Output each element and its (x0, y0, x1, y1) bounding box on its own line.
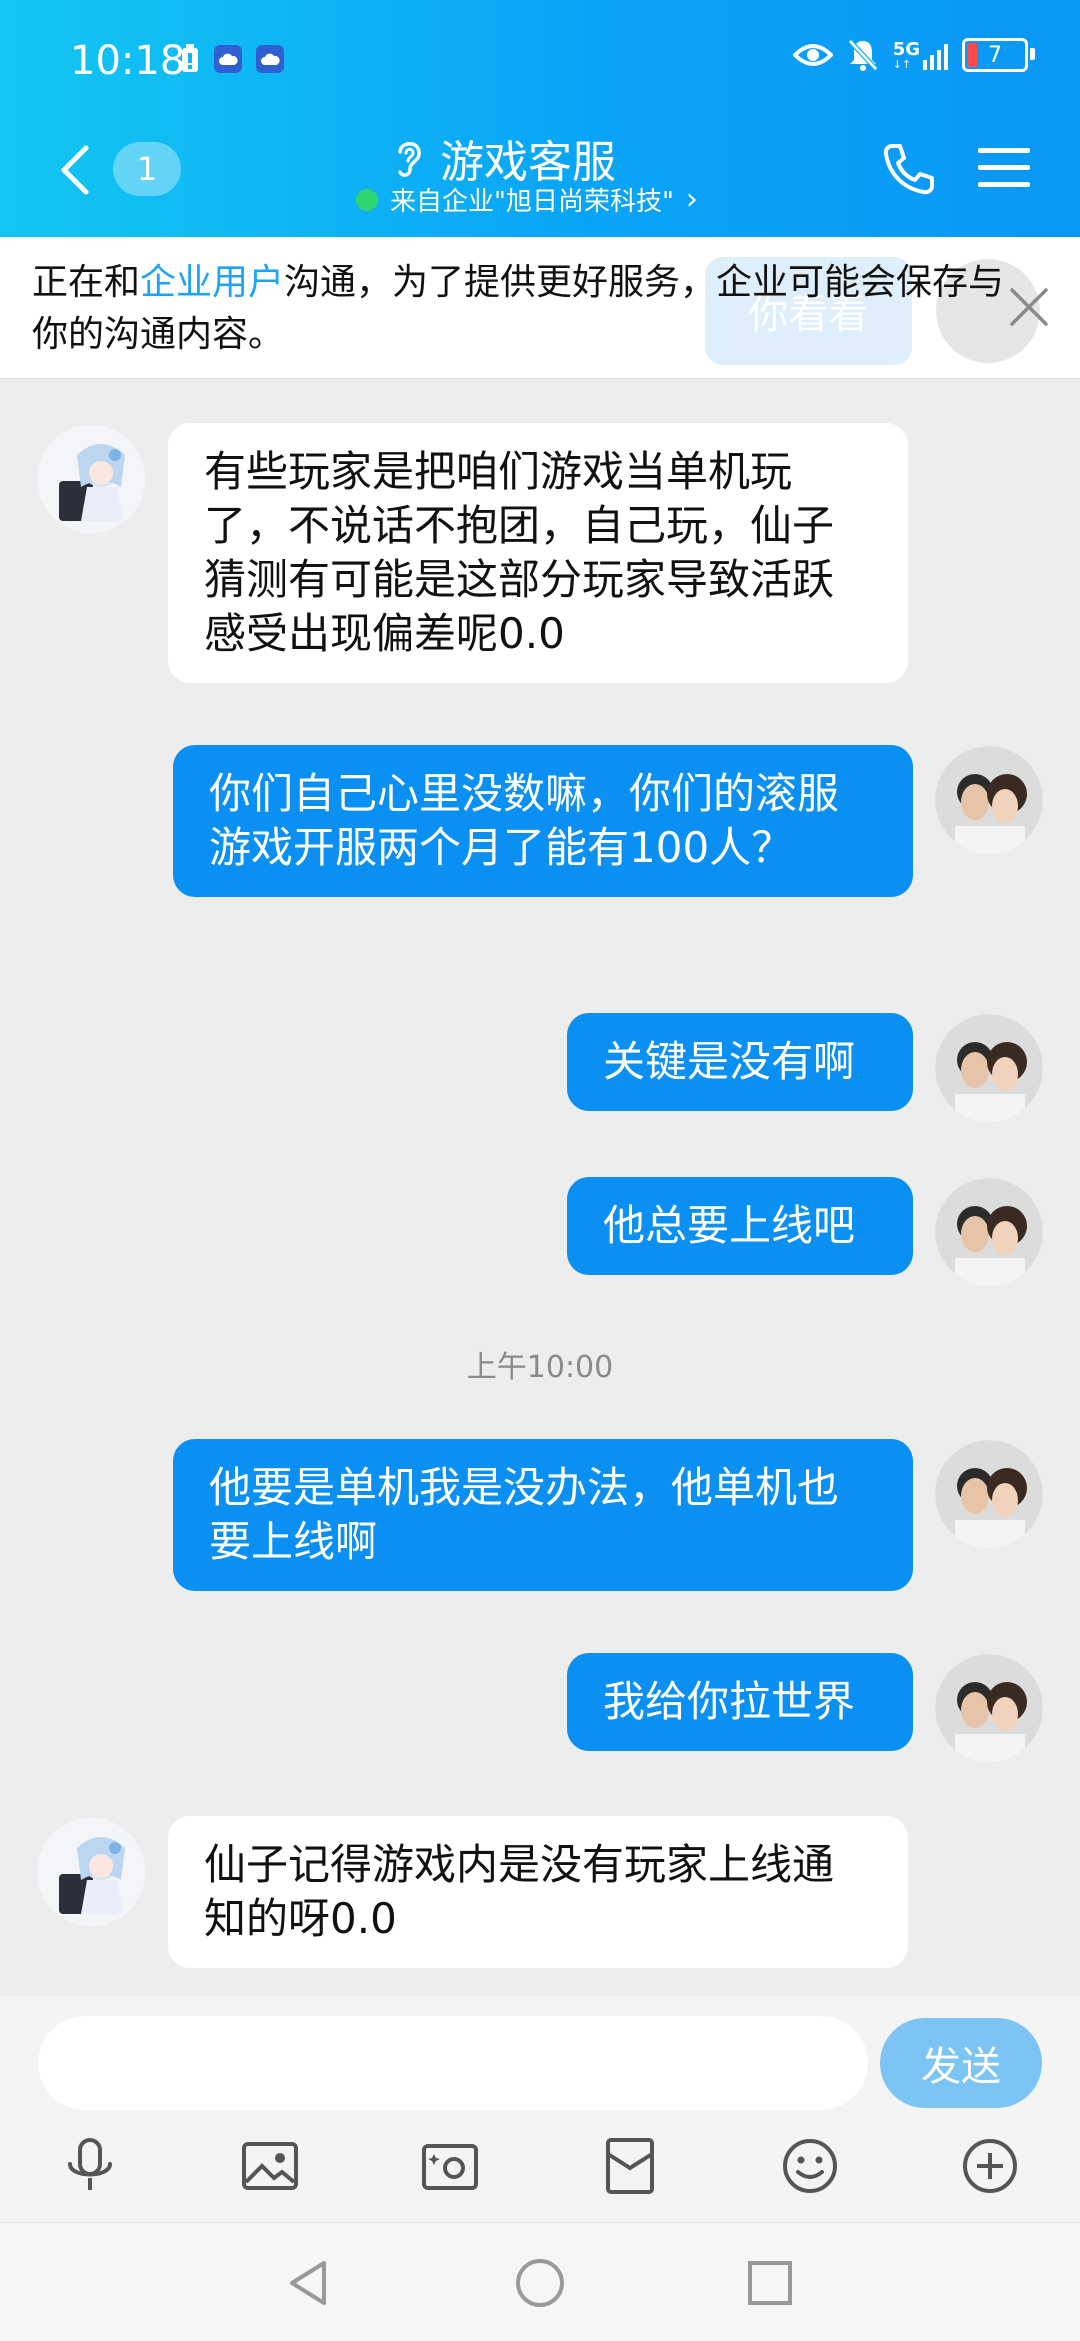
nav-recents-icon[interactable] (740, 2253, 800, 2313)
phone-icon[interactable] (880, 140, 938, 198)
cloud-icon (256, 45, 284, 73)
message-bubble-outgoing[interactable]: 他要是单机我是没办法，他单机也要上线啊 (173, 1439, 913, 1591)
nav-back-icon[interactable] (280, 2253, 340, 2313)
user-avatar[interactable] (935, 1178, 1043, 1286)
microphone-icon[interactable] (60, 2136, 120, 2196)
agent-avatar[interactable] (37, 425, 145, 533)
message-timestamp: 上午10:00 (466, 1350, 614, 1385)
privacy-notice: 你看看 正在和企业用户沟通，为了提供更好服务，企业可能会保存与你的沟通内容。 (0, 237, 1080, 379)
message-bubble-incoming[interactable]: 有些玩家是把咱们游戏当单机玩了，不说话不抱团，自己玩，仙子猜测有可能是这部分玩家… (168, 423, 908, 683)
message-bubble-outgoing[interactable]: 我给你拉世界 (567, 1653, 913, 1751)
notice-text: 正在和企业用户沟通，为了提供更好服务，企业可能会保存与你的沟通内容。 (32, 257, 1012, 361)
notice-prefix: 正在和 (32, 262, 141, 303)
message-bubble-outgoing[interactable]: 你们自己心里没数嘛，你们的滚服游戏开服两个月了能有100人？ (173, 745, 913, 897)
camera-icon[interactable] (420, 2136, 480, 2196)
chevron-right-icon: › (685, 182, 698, 217)
battery-saver-icon (182, 44, 198, 72)
plus-icon[interactable] (960, 2136, 1020, 2196)
eye-icon (792, 44, 833, 66)
network-label: 5G (892, 38, 920, 60)
status-icons-right: 5G ↓↑ 7 (792, 38, 1035, 72)
chat-header: 10:18 5G ↓↑ 7 1 游戏客服 来自企业"旭日尚荣科技" › (0, 0, 1080, 237)
message-bubble-outgoing[interactable]: 他总要上线吧 (567, 1177, 913, 1275)
message-bubble-outgoing[interactable]: 关键是没有啊 (567, 1013, 913, 1111)
company-label: 来自企业"旭日尚荣科技" (390, 187, 674, 217)
ear-icon (398, 142, 421, 177)
nav-home-icon[interactable] (510, 2253, 570, 2313)
red-packet-icon[interactable] (600, 2136, 660, 2196)
image-icon[interactable] (240, 2136, 300, 2196)
send-button[interactable]: 发送 (880, 2018, 1042, 2108)
message-input[interactable] (38, 2016, 868, 2110)
agent-avatar[interactable] (37, 1818, 145, 1926)
emoji-icon[interactable] (780, 2136, 840, 2196)
message-bubble-incoming[interactable]: 仙子记得游戏内是没有玩家上线通知的呀0.0 (168, 1816, 908, 1968)
menu-icon[interactable] (978, 144, 1030, 192)
user-avatar[interactable] (935, 1440, 1043, 1548)
cloud-icon (214, 45, 242, 73)
user-avatar[interactable] (935, 746, 1043, 854)
battery-icon: 7 (962, 38, 1035, 72)
unread-count-badge[interactable]: 1 (113, 142, 181, 196)
battery-level: 7 (988, 42, 1002, 68)
user-avatar[interactable] (935, 1014, 1043, 1122)
system-nav-bar (0, 2222, 1080, 2341)
back-arrow-icon[interactable] (56, 140, 96, 200)
close-icon[interactable] (1004, 282, 1054, 332)
status-icons-left (180, 44, 284, 74)
status-time: 10:18 (70, 38, 186, 84)
user-avatar[interactable] (935, 1654, 1043, 1762)
company-subtitle[interactable]: 来自企业"旭日尚荣科技" › (356, 181, 698, 218)
online-status-dot (356, 188, 378, 211)
signal-icon: 5G ↓↑ (892, 38, 948, 70)
enterprise-user-link[interactable]: 企业用户 (140, 262, 284, 303)
bell-off-icon (847, 39, 878, 71)
input-area: 发送 (0, 1996, 1080, 2222)
